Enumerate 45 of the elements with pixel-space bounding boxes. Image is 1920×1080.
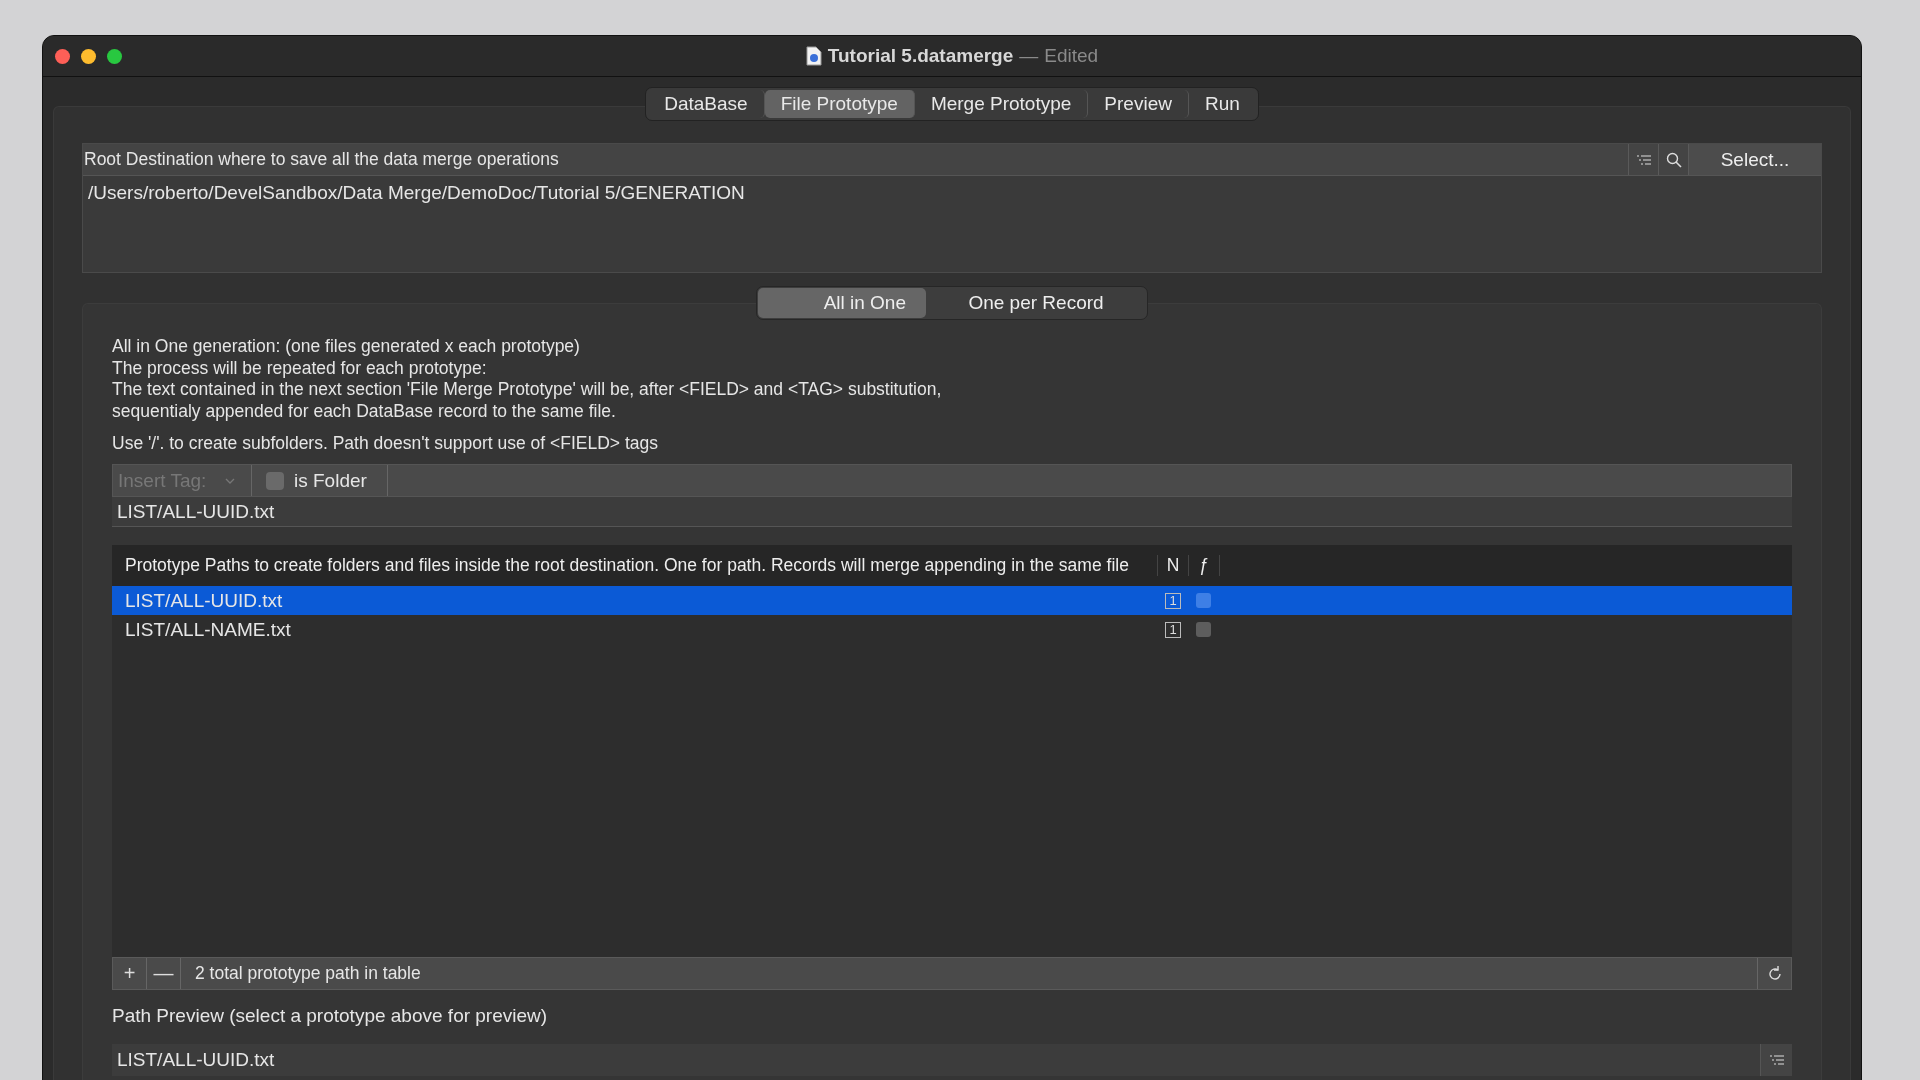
root-destination-label: Root Destination where to save all the data merge operations: [83, 149, 560, 170]
description-text: The process will be repeated for each prototype:: [112, 357, 488, 379]
window-title: Tutorial 5.datamerge: [827, 45, 1014, 67]
column-header: Prototype Paths to create folders and files inside the root destination. One for path. Records will merge appending in the same file: [112, 555, 1158, 576]
minimize-button[interactable]: [81, 48, 96, 64]
select-button[interactable]: Select...: [1688, 144, 1821, 175]
list-icon: [1768, 1054, 1785, 1066]
tab[interactable]: Merge Prototype: [914, 90, 1089, 118]
table-cell-text: LIST/ALL-UUID.txt: [124, 589, 284, 612]
tab[interactable]: DataBase: [648, 90, 765, 118]
column-header: ƒ: [1189, 555, 1220, 576]
path-preview-field: LIST/ALL-UUID.txt: [112, 1044, 1792, 1076]
zoom-button[interactable]: [107, 48, 122, 64]
function-checkbox[interactable]: [1195, 622, 1211, 637]
title-separator: —: [1019, 45, 1039, 67]
list-icon-button[interactable]: [1760, 1044, 1792, 1076]
document-icon: [805, 46, 822, 66]
search-icon: [1665, 151, 1682, 168]
description-text: All in One generation: (one files generated x each prototype): [112, 336, 581, 358]
remove-button[interactable]: —: [147, 958, 181, 989]
status-text: 2 total prototype path in table: [194, 963, 422, 984]
list-icon: [1635, 153, 1652, 166]
description-text: The text contained in the next section 'File Merge Prototype' will be, after <FIELD> and <TAG> substitution,: [112, 379, 943, 401]
mode-segment[interactable]: All in One: [758, 288, 926, 318]
add-button[interactable]: +: [113, 958, 147, 989]
root-path-field[interactable]: /Users/roberto/DevelSandbox/Data Merge/DemoDoc/Tutorial 5/GENERATION: [83, 176, 1821, 272]
tab[interactable]: File Prototype: [764, 90, 915, 118]
description-text: sequentialy appended for each DataBase record to the same file.: [112, 400, 617, 422]
is-folder-checkbox[interactable]: is Folder: [252, 465, 388, 496]
tab[interactable]: Run: [1188, 90, 1256, 118]
count-badge: 1: [1165, 592, 1181, 609]
table-cell-text: LIST/ALL-NAME.txt: [124, 618, 292, 641]
function-checkbox[interactable]: [1195, 593, 1211, 608]
table-row[interactable]: LIST/ALL-NAME.txt 1: [112, 615, 1792, 644]
path-preview-label: Path Preview (select a prototype above for preview): [112, 1005, 549, 1027]
column-header: N: [1158, 555, 1189, 576]
tab[interactable]: Preview: [1088, 90, 1189, 118]
window-subtitle: Edited: [1044, 45, 1099, 67]
count-badge: 1: [1165, 621, 1181, 638]
chevron-down-icon: [225, 476, 235, 485]
table-row[interactable]: LIST/ALL-UUID.txt 1: [112, 586, 1792, 615]
close-button[interactable]: [55, 48, 70, 64]
mode-segment[interactable]: One per Record: [926, 288, 1146, 318]
hint-text: Use '/'. to create subfolders. Path doesn't support use of <FIELD> tags: [112, 433, 660, 454]
path-input-field[interactable]: LIST/ALL-UUID.txt: [112, 497, 1792, 527]
